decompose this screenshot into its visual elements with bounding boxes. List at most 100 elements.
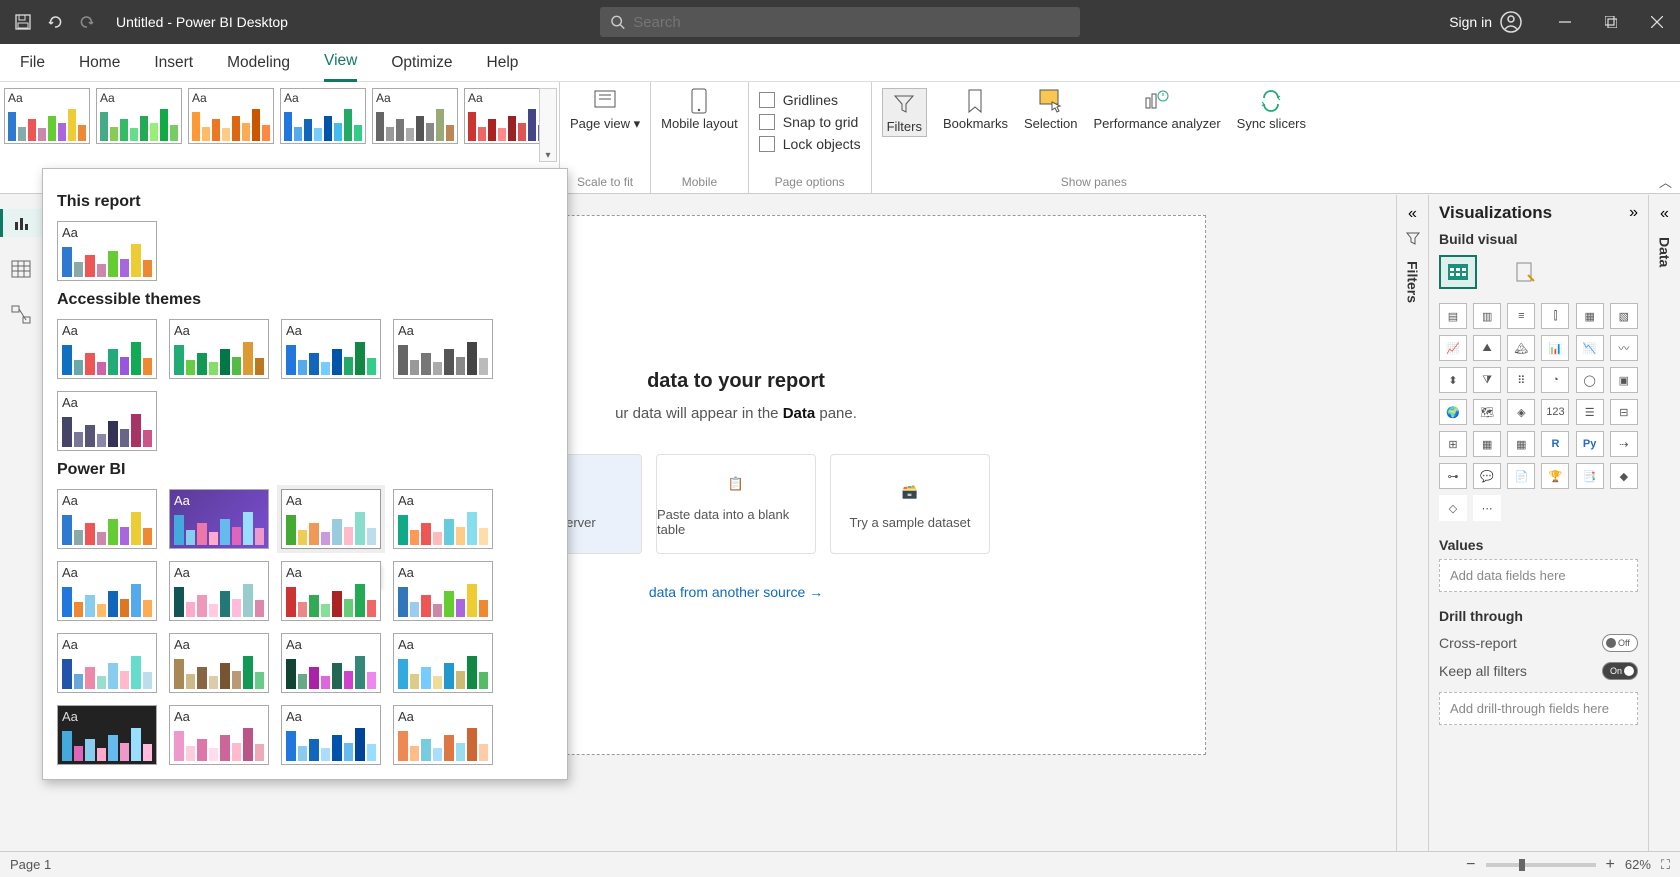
viz-python[interactable]: Py <box>1576 431 1604 457</box>
data-pane-collapsed[interactable]: « Data <box>1648 195 1680 851</box>
values-field-well[interactable]: Add data fields here <box>1439 559 1638 592</box>
viz-scatter[interactable]: ⠿ <box>1507 367 1535 393</box>
tab-file[interactable]: File <box>20 44 45 82</box>
theme-thumb-current[interactable]: Aa <box>57 221 157 281</box>
theme-thumb-highcontrast[interactable]: Aa <box>281 561 381 621</box>
format-visual-tab[interactable] <box>1507 255 1545 289</box>
viz-qa[interactable]: 💬 <box>1473 463 1501 489</box>
sign-in-button[interactable]: Sign in <box>1449 11 1522 33</box>
theme-thumb-default[interactable]: Aa <box>57 489 157 549</box>
theme-thumb[interactable]: Aa <box>169 319 269 379</box>
filters-pane-collapsed[interactable]: « Filters <box>1396 195 1428 851</box>
tab-view[interactable]: View <box>324 44 357 82</box>
tab-optimize[interactable]: Optimize <box>391 44 452 82</box>
tab-home[interactable]: Home <box>79 44 120 82</box>
viz-filled-map[interactable]: 🗺 <box>1473 399 1501 425</box>
model-view-button[interactable] <box>7 301 35 329</box>
theme-thumb-city-park[interactable]: Aa City park <box>281 489 381 549</box>
theme-thumb[interactable]: Aa <box>4 88 90 144</box>
zoom-in-button[interactable]: + <box>1606 856 1615 874</box>
minimize-button[interactable] <box>1542 0 1588 44</box>
viz-donut[interactable]: ◯ <box>1576 367 1604 393</box>
drill-through-field-well[interactable]: Add drill-through fields here <box>1439 692 1638 725</box>
viz-narrative[interactable]: 📄 <box>1507 463 1535 489</box>
theme-thumb-sunset[interactable]: Aa <box>393 561 493 621</box>
viz-kpi[interactable]: ⊞ <box>1439 431 1467 457</box>
close-button[interactable] <box>1634 0 1680 44</box>
viz-line-column[interactable]: 📊 <box>1541 335 1569 361</box>
keep-filters-toggle[interactable]: On <box>1602 662 1638 680</box>
theme-thumb[interactable]: Aa <box>464 88 550 144</box>
page-view-button[interactable]: Page view ▾ <box>570 88 640 132</box>
viz-decomposition[interactable]: ⊶ <box>1439 463 1467 489</box>
search-input[interactable] <box>633 14 1070 31</box>
theme-thumb[interactable]: Aa <box>188 88 274 144</box>
redo-icon[interactable] <box>78 13 96 31</box>
theme-thumb-executive[interactable]: Aa <box>169 489 269 549</box>
zoom-slider[interactable] <box>1486 863 1596 867</box>
viz-100-bar[interactable]: ▦ <box>1576 303 1604 329</box>
card-sample-dataset[interactable]: 🗃️Try a sample dataset <box>830 454 990 554</box>
viz-line-column2[interactable]: 📉 <box>1576 335 1604 361</box>
theme-thumb-tidal[interactable]: Aa <box>281 705 381 765</box>
viz-waterfall[interactable]: ⬍ <box>1439 367 1467 393</box>
viz-stacked-column[interactable]: ▥ <box>1473 303 1501 329</box>
theme-thumb[interactable]: Aa <box>393 633 493 693</box>
search-box[interactable] <box>600 7 1080 37</box>
theme-thumb-classroom[interactable]: Aa <box>393 489 493 549</box>
sync-slicers-button[interactable]: Sync slicers <box>1237 88 1306 131</box>
viz-key-influencers[interactable]: ⇢ <box>1610 431 1638 457</box>
viz-shape-map[interactable]: ◈ <box>1507 399 1535 425</box>
viz-paginated[interactable]: 📑 <box>1576 463 1604 489</box>
theme-thumb[interactable]: Aa <box>57 319 157 379</box>
another-source-link[interactable]: data from another source → <box>649 584 823 600</box>
viz-gauge[interactable]: 123 <box>1541 399 1569 425</box>
viz-more[interactable]: ⋯ <box>1473 495 1501 521</box>
save-icon[interactable] <box>14 13 32 31</box>
cross-report-toggle[interactable]: Off <box>1602 634 1638 652</box>
build-visual-tab[interactable] <box>1439 255 1477 289</box>
expand-icon[interactable]: « <box>1408 205 1417 223</box>
expand-icon[interactable]: « <box>1660 205 1669 223</box>
mobile-layout-button[interactable]: Mobile layout <box>661 88 738 131</box>
viz-clustered-column[interactable]: ⫿ <box>1541 303 1569 329</box>
tab-insert[interactable]: Insert <box>154 44 193 82</box>
ribbon-collapse-button[interactable]: ︿ <box>1659 172 1672 191</box>
zoom-out-button[interactable]: − <box>1466 856 1475 874</box>
card-paste-data[interactable]: 📋Paste data into a blank table <box>656 454 816 554</box>
expand-pane-icon[interactable]: » <box>1629 204 1638 222</box>
theme-thumb[interactable]: Aa <box>372 88 458 144</box>
theme-thumb[interactable]: Aa <box>280 88 366 144</box>
viz-map[interactable]: 🌍 <box>1439 399 1467 425</box>
filters-pane-button[interactable]: Filters <box>882 88 927 137</box>
snap-to-grid-checkbox[interactable]: Snap to grid <box>759 114 861 130</box>
theme-thumb[interactable]: Aa <box>169 633 269 693</box>
theme-thumb[interactable]: Aa <box>57 391 157 451</box>
viz-clustered-bar[interactable]: ≡ <box>1507 303 1535 329</box>
gridlines-checkbox[interactable]: Gridlines <box>759 92 861 108</box>
report-view-button[interactable] <box>0 209 42 237</box>
theme-thumb[interactable]: Aa <box>96 88 182 144</box>
viz-100-column[interactable]: ▧ <box>1610 303 1638 329</box>
viz-multi-card[interactable]: ⊟ <box>1610 399 1638 425</box>
viz-ribbon[interactable]: 〰 <box>1610 335 1638 361</box>
theme-gallery-expand-button[interactable]: ▾ <box>539 88 557 162</box>
viz-table[interactable]: ▦ <box>1473 431 1501 457</box>
theme-thumb-innovate[interactable]: Aa <box>57 705 157 765</box>
theme-thumb-colorblind[interactable]: Aa <box>57 561 157 621</box>
lock-objects-checkbox[interactable]: Lock objects <box>759 136 861 152</box>
theme-thumb-temperature[interactable]: Aa <box>393 705 493 765</box>
undo-icon[interactable] <box>46 13 64 31</box>
viz-matrix[interactable]: ▦ <box>1507 431 1535 457</box>
maximize-button[interactable] <box>1588 0 1634 44</box>
page-indicator[interactable]: Page 1 <box>10 857 51 872</box>
theme-thumb-electric[interactable]: Aa <box>169 561 269 621</box>
zoom-level[interactable]: 62% <box>1625 857 1651 872</box>
viz-card[interactable]: ☰ <box>1576 399 1604 425</box>
theme-thumb[interactable]: Aa <box>281 319 381 379</box>
fit-to-page-icon[interactable]: ⛶ <box>1661 857 1670 873</box>
viz-stacked-bar[interactable]: ▤ <box>1439 303 1467 329</box>
viz-treemap[interactable]: ▣ <box>1610 367 1638 393</box>
theme-thumb-twilight[interactable]: Aa <box>57 633 157 693</box>
viz-line[interactable]: 📈 <box>1439 335 1467 361</box>
